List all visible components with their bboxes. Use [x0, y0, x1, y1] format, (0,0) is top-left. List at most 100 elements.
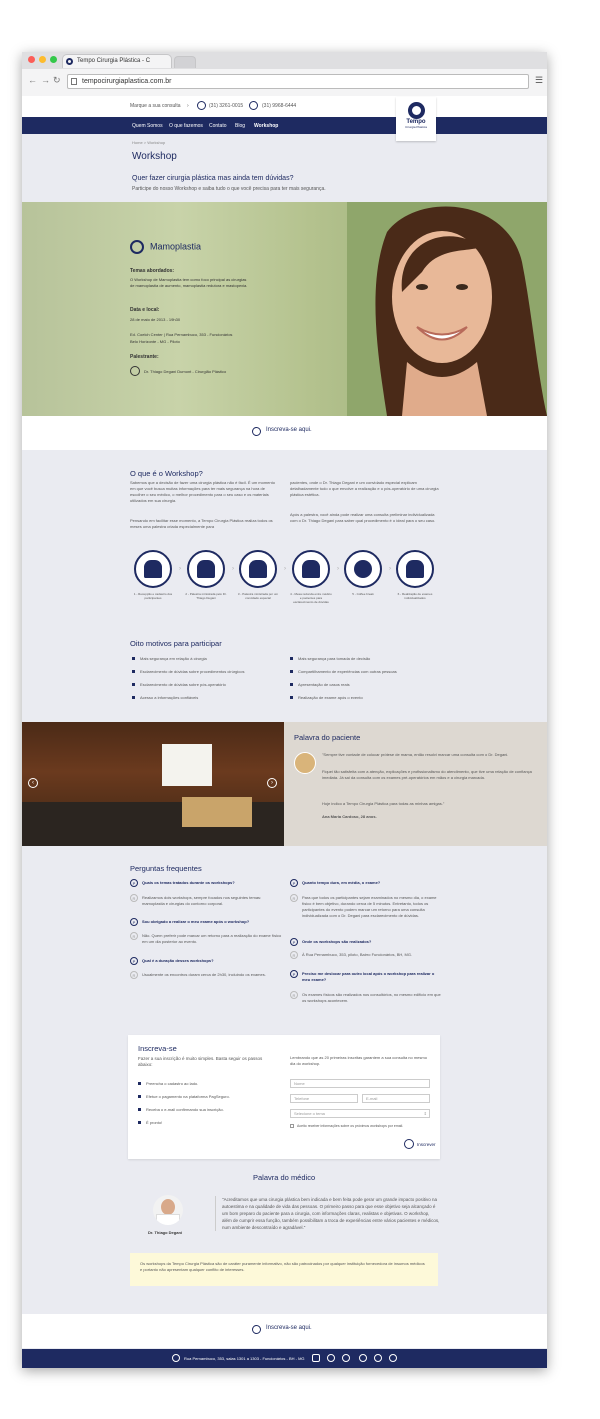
carousel-next-icon[interactable]: › [267, 778, 277, 788]
email-field[interactable]: E-mail [362, 1094, 430, 1103]
faq-question[interactable]: Qual é a duração desses workshops? [142, 958, 282, 964]
faq-question[interactable]: Preciso me deslocar para outro local apó… [302, 971, 442, 983]
event-place-1: Ed. Coelch Center | Rua Pernambuco, 353 … [130, 332, 233, 337]
reload-icon[interactable]: ↻ [53, 75, 61, 86]
chevron-right-icon: › [337, 566, 339, 572]
hero-topic: Mamoplastia [150, 241, 202, 252]
select-arrows-icon: ⇕ [423, 1111, 427, 1116]
faq-q-badge: P [130, 957, 138, 965]
step-lecture-doctor: 2 - Palestra ministrada pelo Dr. Thiago … [185, 550, 227, 600]
nav-o-que-fazemos[interactable]: O que fazemos [169, 123, 203, 129]
reason-item: Esclarecimento de dúvidas sobre procedim… [132, 669, 245, 674]
mail-icon[interactable] [342, 1354, 350, 1362]
auditorium-desk [182, 797, 252, 827]
reason-item: Mais segurança em relação à cirurgia [132, 656, 207, 661]
faq-q-badge: P [290, 938, 298, 946]
appointment-link[interactable]: Marque a sua consulta [130, 103, 181, 109]
faq-a-badge: R [130, 971, 138, 979]
faq-question[interactable]: Onde os workshops são realizados? [302, 939, 442, 945]
faq-q-badge: P [130, 879, 138, 887]
page-icon [71, 78, 77, 85]
name-field[interactable]: Nome [290, 1079, 430, 1088]
browser-menu-icon[interactable]: ☰ [535, 75, 543, 86]
zoom-dot[interactable] [50, 56, 57, 63]
step-lecture-guest: 3 - Palestra ministrada por um convidado… [237, 550, 279, 600]
phone-number-2: (31) 9968-6444 [262, 103, 297, 109]
location-pin-icon [172, 1354, 180, 1362]
step-label: 6 - Realização de exames individualizado… [397, 592, 433, 600]
minimize-dot[interactable] [39, 56, 46, 63]
faq-q-badge: P [290, 879, 298, 887]
main-nav: Quem Somos O que fazemos Contato Blog Wo… [22, 117, 547, 134]
chevron-right-icon: › [284, 566, 286, 572]
close-dot[interactable] [28, 56, 35, 63]
chevron-right-icon: › [187, 103, 189, 109]
tempo-favicon-icon [66, 58, 73, 65]
speaker-label: Palestrante: [130, 354, 159, 360]
what-title: O que é o Workshop? [130, 469, 203, 478]
chevron-circle-icon [252, 1325, 261, 1334]
auditorium-photo-carousel: ‹ › [22, 722, 284, 846]
reason-item: Mais segurança para tomada de decisão [289, 656, 371, 661]
faq-q-badge: P [290, 970, 298, 978]
reason-item: Compartilhamento de experiências com out… [290, 669, 397, 674]
cta-link-top[interactable]: Inscreva-se aqui. [266, 427, 312, 433]
faq-a-badge: R [290, 951, 298, 959]
event-place-2: Belo Horizonte - MG - Piloto [130, 339, 180, 344]
faq-a-badge: R [290, 894, 298, 902]
carousel-prev-icon[interactable]: ‹ [28, 778, 38, 788]
doctor-name: Dr. Thiago Degani [148, 1230, 183, 1235]
signup-title: Inscreva-se [138, 1044, 177, 1053]
faq-answer: Realizamos dois workshops, sempre focado… [142, 895, 262, 906]
tempo-logo[interactable]: Tempo Cirurgia Plástica [396, 97, 436, 141]
nav-blog[interactable]: Blog [235, 123, 245, 129]
tab-title: Tempo Cirurgia Plástica - C [77, 58, 151, 64]
faq-a-badge: R [130, 894, 138, 902]
step-label: 4 - Mesa redonda entre médico e paciente… [290, 592, 332, 604]
faq-answer: Os exames físicos são realizados nos con… [302, 992, 441, 1003]
faq-question[interactable]: Quais os temas tratados durante os works… [142, 880, 282, 886]
doctor-icon [197, 560, 215, 578]
instagram-icon[interactable] [374, 1354, 382, 1362]
whatsapp-icon[interactable] [327, 1354, 335, 1362]
faq-question[interactable]: Sou obrigado a realizar o meu exame após… [142, 919, 282, 925]
theme-select[interactable]: Selecione o tema ⇕ [290, 1109, 430, 1118]
cta-bar-bottom: Inscreva-se aqui. [22, 1314, 547, 1348]
back-arrow-icon[interactable]: ← [28, 75, 37, 85]
what-text-2: Pensando em facilitar esse momento, a Te… [130, 518, 273, 529]
browser-tab[interactable]: Tempo Cirurgia Plástica - C [62, 54, 172, 68]
phone-icon[interactable] [312, 1354, 320, 1362]
nav-quem-somos[interactable]: Quem Somos [132, 123, 163, 129]
signup-reminder: Lembrando que as 20 primeiras inscritas … [290, 1055, 427, 1066]
newsletter-checkbox[interactable] [290, 1124, 294, 1128]
reasons-title: Oito motivos para participar [130, 639, 222, 648]
step-coffee: 5 - Coffee break [342, 550, 384, 596]
mamoplastia-icon [130, 240, 144, 254]
nav-contato[interactable]: Contato [209, 123, 227, 129]
facebook-icon[interactable] [359, 1354, 367, 1362]
page-subtitle: Participe do nosso Workshop e saiba tudo… [132, 186, 326, 192]
hero-banner: Mamoplastia Temas abordados: O Workshop … [22, 202, 547, 416]
top-info-bar: Marque a sua consulta › (31) 3261-0015 (… [22, 96, 547, 117]
cta-link-bottom[interactable]: Inscreva-se aqui. [266, 1325, 312, 1331]
faq-question[interactable]: Quanto tempo dura, em média, o exame? [302, 880, 442, 886]
forward-arrow-icon[interactable]: → [41, 75, 50, 85]
faq-q-badge: P [130, 918, 138, 926]
faq-answer: À Rua Pernambuco, 353, piloto, Bairro Fu… [302, 952, 413, 957]
step-label: 5 - Coffee break [352, 592, 374, 596]
faq-title: Perguntas frequentes [130, 864, 202, 873]
whatsapp-icon [249, 101, 258, 110]
doctor-title: Palavra do médico [253, 1173, 316, 1182]
youtube-icon[interactable] [389, 1354, 397, 1362]
logo-tagline: Cirurgia Plástica [405, 125, 427, 129]
submit-button[interactable]: Inscrever [417, 1142, 436, 1147]
address-bar[interactable]: tempocirurgiaplastica.com.br☆ [67, 74, 529, 89]
nav-workshop[interactable]: Workshop [254, 123, 278, 129]
breadcrumb[interactable]: Home > Workshop [132, 140, 165, 145]
step-roundtable: 4 - Mesa redonda entre médico e paciente… [290, 550, 332, 604]
url-text: tempocirurgiaplastica.com.br [82, 78, 172, 85]
phone-field[interactable]: Telefone [290, 1094, 358, 1103]
new-tab-button[interactable] [174, 56, 196, 68]
themes-label: Temas abordados: [130, 268, 175, 274]
doctor-quote: "Acreditamos que uma cirurgia plástica b… [215, 1196, 440, 1231]
